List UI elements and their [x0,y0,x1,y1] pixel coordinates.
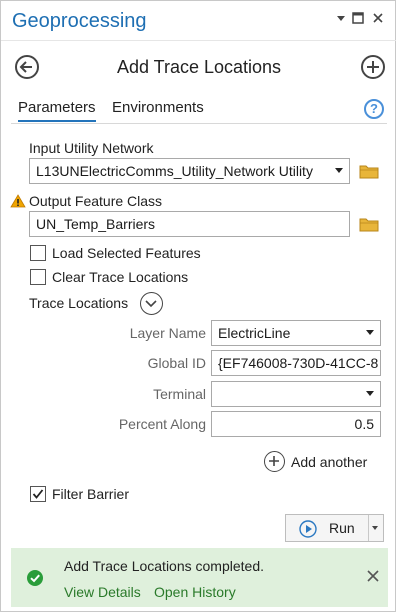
chevron-down-icon [366,391,374,396]
folder-browse-icon[interactable] [359,163,379,179]
warning-icon [10,194,26,213]
tabs-divider [11,123,387,124]
global-id-input[interactable]: {EF746008-730D-41CC-8 [211,350,381,376]
pane-title: Geoprocessing [12,10,147,32]
maximize-icon[interactable] [351,11,365,25]
filter-barrier-checkbox[interactable] [30,486,46,502]
pane-titlebar: Geoprocessing [1,1,396,41]
tab-environments[interactable]: Environments [112,99,204,116]
message-text: Add Trace Locations completed. [64,558,265,574]
run-divider [368,515,369,541]
tab-parameters[interactable]: Parameters [18,99,96,122]
close-icon[interactable] [371,11,385,25]
output-class-value: UN_Temp_Barriers [36,216,156,232]
view-details-link[interactable]: View Details [64,584,141,600]
geoprocessing-pane: Geoprocessing Add Trace Locations Parame… [0,0,396,612]
add-tool-icon[interactable] [361,55,385,79]
input-network-value: L13UNElectricComms_Utility_Network Utili… [36,163,313,179]
input-network-select[interactable]: L13UNElectricComms_Utility_Network Utili… [29,158,350,184]
percent-along-input[interactable]: 0.5 [211,411,381,437]
layer-name-label: Layer Name [129,325,206,341]
terminal-select[interactable] [211,381,381,407]
run-play-icon [299,520,317,543]
terminal-label: Terminal [153,386,206,402]
run-options-chevron-icon[interactable] [372,526,378,530]
tool-header: Add Trace Locations [1,49,396,89]
pin-dropdown-icon[interactable] [334,11,348,25]
success-message: Add Trace Locations completed. View Deta… [11,548,388,607]
load-selected-checkbox[interactable] [30,245,46,261]
run-label: Run [329,520,355,536]
add-another-label[interactable]: Add another [291,454,367,470]
collapse-chevron-icon[interactable] [140,292,163,315]
filter-barrier-label: Filter Barrier [52,486,130,502]
output-class-input[interactable]: UN_Temp_Barriers [29,211,350,237]
chevron-down-icon [335,168,343,173]
layer-name-value: ElectricLine [218,325,291,341]
add-another-plus-icon[interactable] [264,451,285,472]
trace-locations-label: Trace Locations [29,295,129,311]
load-selected-label: Load Selected Features [52,245,201,261]
help-icon[interactable]: ? [364,99,384,119]
run-button[interactable]: Run [285,514,384,542]
output-class-label: Output Feature Class [29,193,163,209]
open-history-link[interactable]: Open History [154,584,236,600]
input-network-label: Input Utility Network [29,140,154,156]
chevron-down-icon [366,330,374,335]
percent-along-label: Percent Along [118,416,206,432]
dismiss-close-icon[interactable] [366,569,380,588]
tool-tabs: Parameters Environments [1,96,396,130]
layer-name-select[interactable]: ElectricLine [211,320,381,346]
percent-along-value: 0.5 [354,416,374,432]
global-id-label: Global ID [147,355,206,371]
clear-trace-label: Clear Trace Locations [52,269,189,285]
global-id-value: {EF746008-730D-41CC-8 [218,355,379,371]
success-check-icon [26,569,44,592]
tool-title: Add Trace Locations [116,57,282,77]
clear-trace-checkbox[interactable] [30,269,46,285]
folder-browse-icon[interactable] [359,216,379,232]
